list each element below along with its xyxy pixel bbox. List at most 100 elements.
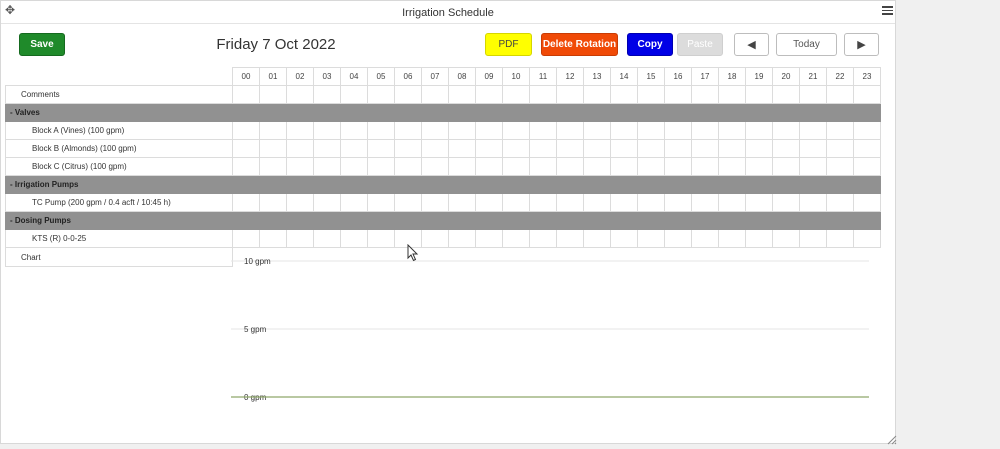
schedule-cell[interactable] [394,157,422,176]
schedule-cell[interactable] [340,193,368,212]
schedule-cell[interactable] [664,193,692,212]
schedule-cell[interactable] [232,85,260,104]
schedule-cell[interactable] [826,139,854,158]
schedule-cell[interactable] [610,193,638,212]
schedule-cell[interactable] [718,193,746,212]
schedule-cell[interactable] [583,139,611,158]
schedule-cell[interactable] [610,157,638,176]
schedule-cell[interactable] [637,229,665,248]
schedule-cell[interactable] [637,121,665,140]
schedule-cell[interactable] [772,85,800,104]
schedule-cell[interactable] [691,229,719,248]
schedule-cell[interactable] [529,193,557,212]
schedule-cell[interactable] [232,121,260,140]
schedule-cell[interactable] [637,157,665,176]
schedule-cell[interactable] [448,229,476,248]
schedule-cell[interactable] [367,193,395,212]
section-title[interactable]: - Valves [5,103,881,122]
schedule-cell[interactable] [286,193,314,212]
section-title[interactable]: - Dosing Pumps [5,211,881,230]
schedule-cell[interactable] [583,121,611,140]
schedule-cell[interactable] [286,139,314,158]
schedule-cell[interactable] [286,229,314,248]
schedule-cell[interactable] [421,229,449,248]
schedule-cell[interactable] [502,193,530,212]
schedule-cell[interactable] [745,121,773,140]
schedule-cell[interactable] [745,193,773,212]
schedule-cell[interactable] [259,193,287,212]
next-day-button[interactable]: ▶ [844,33,879,56]
save-button[interactable]: Save [19,33,65,56]
schedule-cell[interactable] [475,229,503,248]
previous-day-button[interactable]: ◀ [734,33,769,56]
schedule-cell[interactable] [718,85,746,104]
schedule-cell[interactable] [421,157,449,176]
schedule-cell[interactable] [529,139,557,158]
schedule-cell[interactable] [556,121,584,140]
schedule-cell[interactable] [394,193,422,212]
schedule-cell[interactable] [664,139,692,158]
schedule-cell[interactable] [691,157,719,176]
menu-icon[interactable] [882,4,893,15]
schedule-cell[interactable] [313,121,341,140]
schedule-cell[interactable] [664,157,692,176]
schedule-cell[interactable] [448,85,476,104]
section-header-row[interactable]: - Irrigation Pumps [5,175,881,194]
schedule-cell[interactable] [718,229,746,248]
schedule-cell[interactable] [367,85,395,104]
copy-button[interactable]: Copy [627,33,673,56]
schedule-cell[interactable] [610,121,638,140]
schedule-cell[interactable] [475,193,503,212]
schedule-cell[interactable] [853,85,881,104]
schedule-cell[interactable] [583,157,611,176]
schedule-cell[interactable] [691,121,719,140]
section-header-row[interactable]: - Dosing Pumps [5,211,881,230]
schedule-cell[interactable] [286,121,314,140]
schedule-cell[interactable] [664,85,692,104]
schedule-cell[interactable] [799,85,827,104]
schedule-cell[interactable] [232,193,260,212]
schedule-cell[interactable] [718,139,746,158]
schedule-cell[interactable] [259,157,287,176]
schedule-cell[interactable] [556,139,584,158]
schedule-cell[interactable] [259,121,287,140]
schedule-cell[interactable] [502,229,530,248]
schedule-cell[interactable] [340,121,368,140]
schedule-cell[interactable] [529,157,557,176]
schedule-cell[interactable] [853,193,881,212]
paste-button[interactable]: Paste [677,33,723,56]
schedule-cell[interactable] [772,121,800,140]
today-button[interactable]: Today [776,33,837,56]
schedule-cell[interactable] [286,157,314,176]
schedule-cell[interactable] [799,157,827,176]
schedule-cell[interactable] [367,121,395,140]
schedule-cell[interactable] [826,85,854,104]
schedule-cell[interactable] [367,157,395,176]
schedule-cell[interactable] [826,121,854,140]
pdf-button[interactable]: PDF [485,33,532,56]
schedule-cell[interactable] [475,85,503,104]
schedule-cell[interactable] [340,229,368,248]
schedule-cell[interactable] [745,139,773,158]
schedule-cell[interactable] [313,229,341,248]
schedule-cell[interactable] [772,157,800,176]
schedule-cell[interactable] [772,139,800,158]
schedule-cell[interactable] [475,157,503,176]
schedule-cell[interactable] [637,139,665,158]
schedule-cell[interactable] [340,85,368,104]
schedule-cell[interactable] [745,229,773,248]
schedule-cell[interactable] [232,157,260,176]
schedule-cell[interactable] [313,157,341,176]
schedule-cell[interactable] [340,139,368,158]
schedule-cell[interactable] [232,139,260,158]
schedule-cell[interactable] [772,193,800,212]
schedule-cell[interactable] [799,193,827,212]
schedule-cell[interactable] [259,229,287,248]
schedule-cell[interactable] [583,229,611,248]
schedule-cell[interactable] [421,139,449,158]
resize-grip-icon[interactable] [885,433,897,445]
schedule-cell[interactable] [421,193,449,212]
schedule-cell[interactable] [448,157,476,176]
delete-rotation-button[interactable]: Delete Rotation [541,33,618,56]
schedule-cell[interactable] [448,193,476,212]
